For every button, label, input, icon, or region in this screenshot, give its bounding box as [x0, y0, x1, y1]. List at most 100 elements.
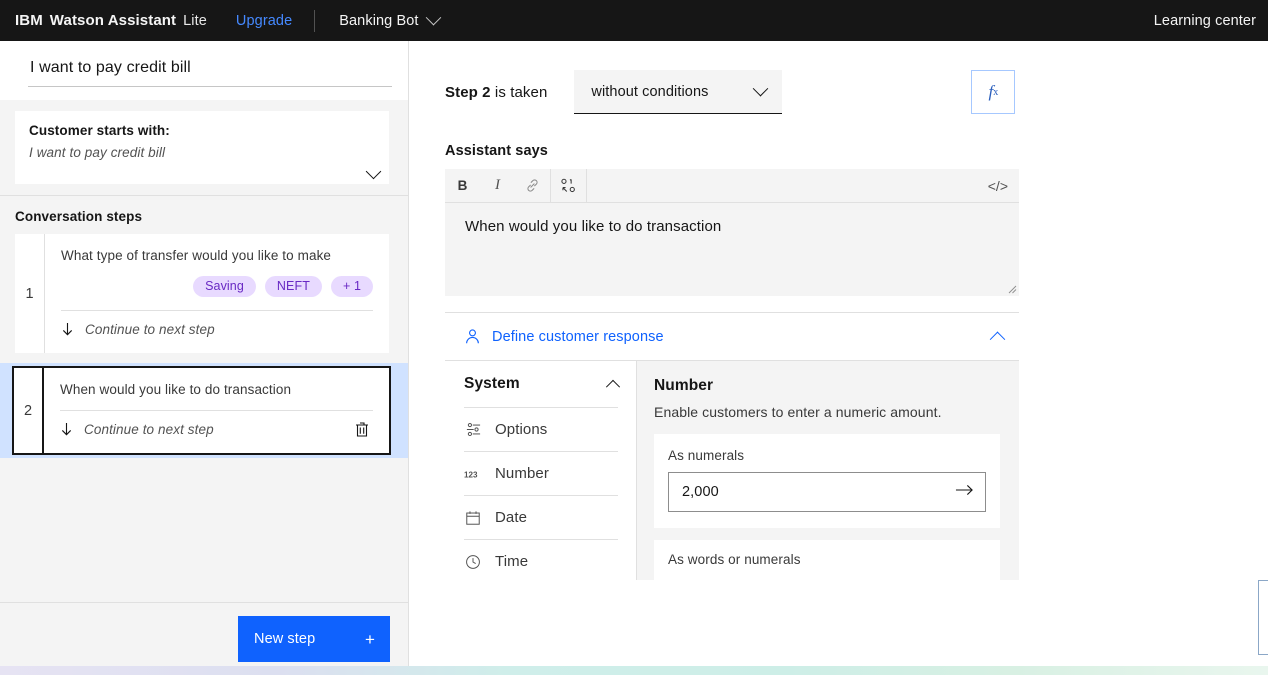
user-icon — [466, 329, 479, 344]
system-group-title: System — [464, 375, 520, 392]
customer-starts-section: Customer starts with: I want to pay cred… — [0, 100, 408, 196]
system-group-header[interactable]: System — [464, 361, 621, 407]
plus-icon: + — [364, 629, 375, 649]
clock-icon — [464, 554, 482, 570]
define-customer-response-title: Define customer response — [492, 328, 664, 345]
step-body: What type of transfer would you like to … — [45, 234, 389, 353]
brand-ibm-label: IBM — [15, 12, 43, 29]
conversation-steps-header: Conversation steps — [15, 209, 143, 224]
number-glyph: 123 — [464, 470, 478, 479]
step-gap — [0, 353, 408, 363]
left-sidebar: Customer starts with: I want to pay cred… — [0, 41, 409, 675]
step-body: When would you like to do transaction Co… — [44, 368, 389, 453]
customer-starts-card[interactable]: Customer starts with: I want to pay cred… — [15, 111, 389, 184]
app-header: IBM Watson Assistant Lite Upgrade Bankin… — [0, 0, 1268, 41]
link-glyph — [527, 179, 538, 192]
header-divider — [314, 9, 316, 32]
step-tag[interactable]: Saving — [193, 276, 256, 297]
plan-label: Lite — [183, 13, 207, 29]
variable-binary-icon[interactable] — [551, 169, 586, 203]
step-card[interactable]: 1 What type of transfer would you like t… — [15, 234, 389, 353]
example-field-card-secondary: As words or numerals — [654, 540, 1000, 580]
continue-label: Continue to next step — [85, 322, 215, 337]
brand: IBM Watson Assistant Lite — [0, 12, 207, 29]
chevron-up-icon — [605, 379, 621, 394]
trash-icon — [356, 421, 368, 437]
watson-assistant-app: IBM Watson Assistant Lite Upgrade Bankin… — [0, 0, 1268, 675]
bot-name-label: Banking Bot — [339, 12, 419, 29]
step-text: When would you like to do transaction — [60, 382, 292, 397]
step-condition-suffix: is taken — [490, 83, 548, 101]
step-row-selected[interactable]: 2 When would you like to do transaction … — [0, 363, 408, 458]
fx-sub: x — [993, 86, 999, 98]
example-field-label: As words or numerals — [668, 552, 801, 567]
define-customer-response-panel: Define customer response System Options … — [445, 312, 1019, 580]
conversation-steps-list: 1 What type of transfer would you like t… — [0, 234, 408, 602]
editor-toolbar: B I </> — [445, 168, 1019, 203]
bold-icon[interactable]: B — [445, 169, 480, 203]
link-icon[interactable] — [515, 169, 550, 203]
svg-text:123: 123 — [464, 470, 478, 479]
step-condition-label: Step 2 is taken — [445, 84, 547, 101]
chevron-up-icon[interactable] — [989, 331, 1006, 348]
customer-starts-value: I want to pay credit bill — [29, 145, 166, 160]
condition-select[interactable]: without conditions — [574, 70, 783, 114]
chevron-down-icon[interactable] — [365, 163, 382, 180]
bot-selector[interactable]: Banking Bot — [339, 9, 441, 29]
continue-label: Continue to next step — [84, 422, 214, 437]
function-icon-button[interactable]: fx — [971, 70, 1016, 114]
condition-select-value: without conditions — [591, 83, 709, 100]
right-edge-panel-sliver[interactable] — [1258, 580, 1268, 655]
define-customer-response-header[interactable]: Define customer response — [445, 313, 1019, 360]
new-step-button[interactable]: New step + — [238, 616, 390, 662]
binary-glyph — [561, 178, 575, 193]
detail-description: Enable customers to enter a numeric amou… — [654, 404, 942, 420]
step-tag[interactable]: NEFT — [264, 276, 322, 297]
sidebar-footer: New step + — [0, 602, 408, 675]
customer-starts-label: Customer starts with: — [29, 123, 170, 138]
resize-grip-icon[interactable] — [1007, 284, 1017, 294]
action-title-input[interactable] — [28, 54, 392, 87]
system-item-options[interactable]: Options — [464, 407, 618, 451]
step-tag-overflow[interactable]: + 1 — [330, 276, 373, 297]
system-response-types-column: System Options 123 Number Date Time — [445, 361, 637, 580]
delete-step-button[interactable] — [351, 418, 373, 440]
step-condition-step-name: Step 2 — [445, 83, 491, 101]
system-item-label: Options — [495, 421, 548, 438]
editor-body[interactable]: When would you like to do transaction — [445, 203, 1019, 296]
brand-product-label: Watson Assistant — [49, 12, 177, 29]
step-tags: Saving NEFT + 1 — [61, 276, 373, 297]
chevron-down-icon — [753, 80, 769, 97]
step-row[interactable]: 1 What type of transfer would you like t… — [0, 234, 408, 353]
step-number: 1 — [15, 234, 45, 353]
system-item-date[interactable]: Date — [464, 495, 618, 539]
calendar-icon — [464, 510, 482, 526]
editor-content: When would you like to do transaction — [465, 218, 722, 235]
step-text: What type of transfer would you like to … — [61, 248, 332, 263]
system-item-label: Date — [495, 509, 528, 526]
arrow-right-icon[interactable] — [955, 483, 974, 502]
system-item-time[interactable]: Time — [464, 539, 618, 583]
options-glyph — [466, 422, 480, 437]
code-icon[interactable]: </> — [988, 178, 1008, 194]
example-field-label: As numerals — [668, 448, 745, 463]
learning-center-link[interactable]: Learning center — [1154, 13, 1268, 29]
example-field-card: As numerals 2,000 — [654, 434, 1000, 528]
step-condition-row: Step 2 is taken without conditions fx — [409, 41, 1268, 119]
detail-title: Number — [654, 377, 714, 394]
system-item-number[interactable]: 123 Number — [464, 451, 618, 495]
example-field-input-wrap[interactable]: 2,000 — [668, 472, 986, 512]
arrow-down-icon — [62, 323, 73, 336]
system-item-label: Time — [495, 553, 529, 570]
step-card[interactable]: 2 When would you like to do transaction … — [12, 366, 391, 455]
italic-icon[interactable]: I — [480, 169, 515, 203]
clock-glyph — [466, 554, 480, 569]
step-footer: Continue to next step — [61, 311, 373, 345]
arrow-down-icon — [61, 423, 72, 436]
step-number: 2 — [14, 368, 44, 453]
response-type-detail: Number Enable customers to enter a numer… — [637, 361, 1019, 580]
upgrade-link[interactable]: Upgrade — [236, 13, 292, 29]
example-field-value: 2,000 — [682, 484, 719, 500]
chevron-down-icon — [425, 9, 441, 26]
arrow-right-glyph — [955, 484, 973, 495]
